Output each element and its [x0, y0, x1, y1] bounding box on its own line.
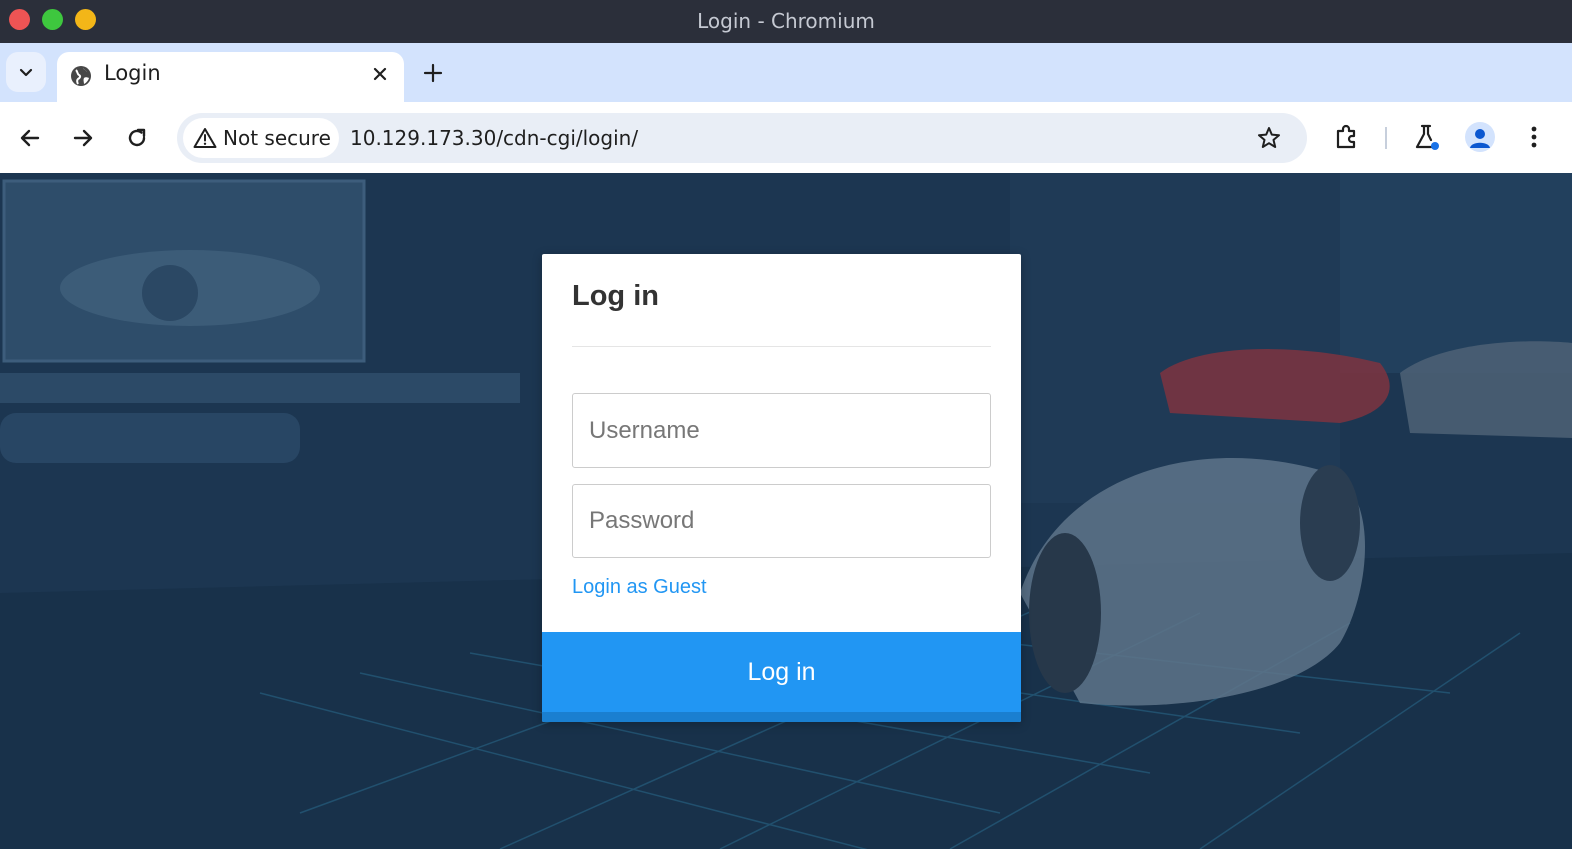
reload-icon[interactable]	[123, 124, 151, 152]
tab-label: Login	[104, 61, 161, 85]
login-title: Log in	[572, 280, 659, 312]
security-label: Not secure	[223, 126, 331, 150]
browser-toolbar: Not secure 10.129.173.30/cdn-cgi/login/	[0, 102, 1572, 173]
address-bar[interactable]: Not secure 10.129.173.30/cdn-cgi/login/	[177, 113, 1307, 163]
security-indicator[interactable]: Not secure	[183, 118, 339, 158]
warning-triangle-icon	[193, 128, 217, 148]
bookmark-star-icon[interactable]	[1256, 125, 1282, 151]
tab-search-button[interactable]	[6, 52, 46, 92]
close-icon[interactable]	[369, 63, 391, 85]
extensions-puzzle-icon[interactable]	[1332, 122, 1362, 152]
password-input[interactable]	[572, 484, 991, 558]
login-card: Log in Login as Guest Log in	[542, 254, 1021, 722]
window-titlebar: Login - Chromium	[0, 0, 1572, 43]
url-text[interactable]: 10.129.173.30/cdn-cgi/login/	[350, 113, 638, 163]
login-as-guest-link[interactable]: Login as Guest	[572, 576, 707, 599]
globe-icon	[71, 66, 91, 86]
tab-login[interactable]: Login	[57, 52, 404, 102]
person-icon	[1470, 129, 1490, 148]
more-menu-icon[interactable]	[1519, 122, 1549, 152]
page-viewport: Log in Login as Guest Log in	[0, 173, 1572, 849]
back-arrow-icon[interactable]	[16, 124, 44, 152]
login-button[interactable]: Log in	[542, 632, 1021, 722]
window-title: Login - Chromium	[697, 9, 875, 33]
username-input[interactable]	[572, 393, 991, 468]
tab-strip: Login	[0, 43, 1572, 102]
labs-flask-icon[interactable]	[1411, 122, 1441, 152]
title-divider	[572, 346, 991, 347]
chevron-down-icon	[19, 68, 33, 77]
forward-arrow-icon[interactable]	[69, 124, 97, 152]
new-tab-plus-icon[interactable]	[420, 60, 446, 86]
toolbar-divider	[1385, 127, 1387, 149]
profile-avatar[interactable]	[1465, 122, 1495, 152]
